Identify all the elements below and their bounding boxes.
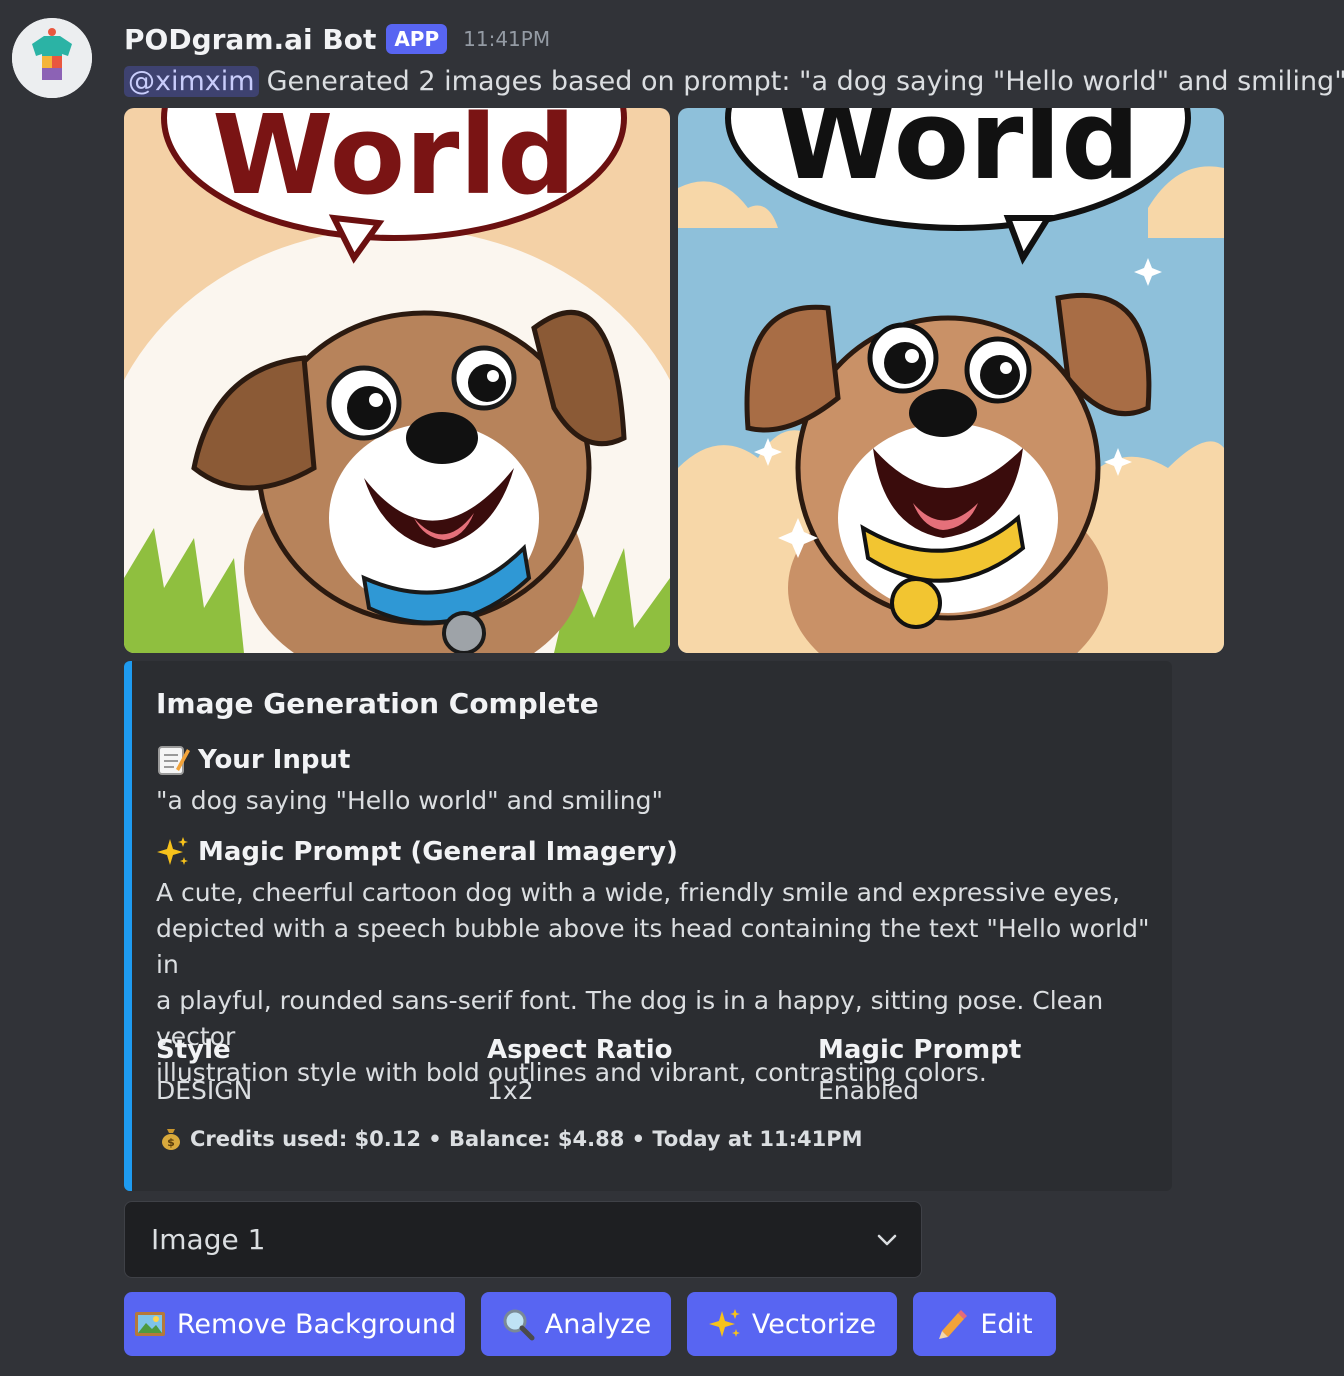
image-select-value: Image 1 bbox=[151, 1223, 266, 1256]
bot-avatar[interactable] bbox=[12, 18, 92, 98]
bubble-text: World bbox=[212, 108, 576, 219]
money-bag-icon: $ bbox=[162, 1129, 180, 1150]
generated-image-1[interactable]: World bbox=[124, 108, 670, 653]
magic-prompt-field-label: Magic Prompt bbox=[818, 1035, 1022, 1065]
edit-button[interactable]: Edit bbox=[913, 1292, 1056, 1356]
embed-footer: $ Credits used: $0.12 • Balance: $4.88 •… bbox=[160, 1127, 863, 1151]
puzzle-shirt-icon bbox=[12, 18, 92, 98]
message-timestamp: 11:41PM bbox=[463, 27, 551, 51]
style-field-label: Style bbox=[156, 1035, 231, 1065]
bubble-text: World bbox=[776, 108, 1140, 204]
magnifier-icon bbox=[503, 1309, 535, 1341]
memo-icon bbox=[158, 746, 190, 775]
generated-image-2[interactable]: World bbox=[678, 108, 1224, 653]
input-field-label: Your Input bbox=[156, 743, 350, 777]
user-mention[interactable]: @ximxim bbox=[124, 65, 259, 97]
image-select-dropdown[interactable]: Image 1 bbox=[124, 1201, 922, 1278]
aspect-ratio-field-label: Aspect Ratio bbox=[487, 1035, 673, 1065]
svg-text:$: $ bbox=[167, 1136, 175, 1149]
sparkles-icon bbox=[708, 1309, 740, 1337]
framed-picture-icon bbox=[134, 1312, 165, 1336]
app-badge: APP bbox=[386, 24, 448, 54]
input-field-value: "a dog saying "Hello world" and smiling" bbox=[156, 786, 663, 815]
chevron-down-icon bbox=[877, 1234, 897, 1246]
aspect-ratio-field-value: 1x2 bbox=[487, 1076, 534, 1105]
magic-prompt-field-value: Enabled bbox=[818, 1076, 920, 1105]
style-field-value: DESIGN bbox=[156, 1076, 253, 1105]
message-text: Generated 2 images based on prompt: "a d… bbox=[266, 65, 1344, 97]
message-header: PODgram.ai Bot APP 11:41PM bbox=[124, 20, 550, 58]
sparkles-icon bbox=[157, 837, 188, 865]
pencil-icon bbox=[939, 1310, 968, 1339]
embed-title: Image Generation Complete bbox=[156, 687, 599, 720]
bot-username[interactable]: PODgram.ai Bot bbox=[124, 23, 376, 56]
vectorize-button[interactable]: Vectorize bbox=[687, 1292, 897, 1356]
magic-prompt-label: Magic Prompt (General Imagery) bbox=[156, 835, 678, 869]
result-embed: Image Generation Complete Your Input "a … bbox=[124, 661, 1172, 1191]
message-content: @ximxim Generated 2 images based on prom… bbox=[124, 60, 1344, 102]
remove-background-button[interactable]: Remove Background bbox=[124, 1292, 465, 1356]
analyze-button[interactable]: Analyze bbox=[481, 1292, 671, 1356]
